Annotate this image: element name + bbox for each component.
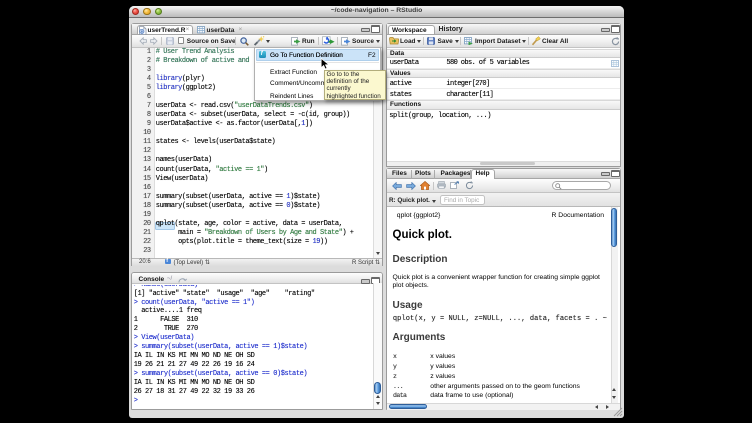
svg-text:R: R: [141, 30, 144, 34]
